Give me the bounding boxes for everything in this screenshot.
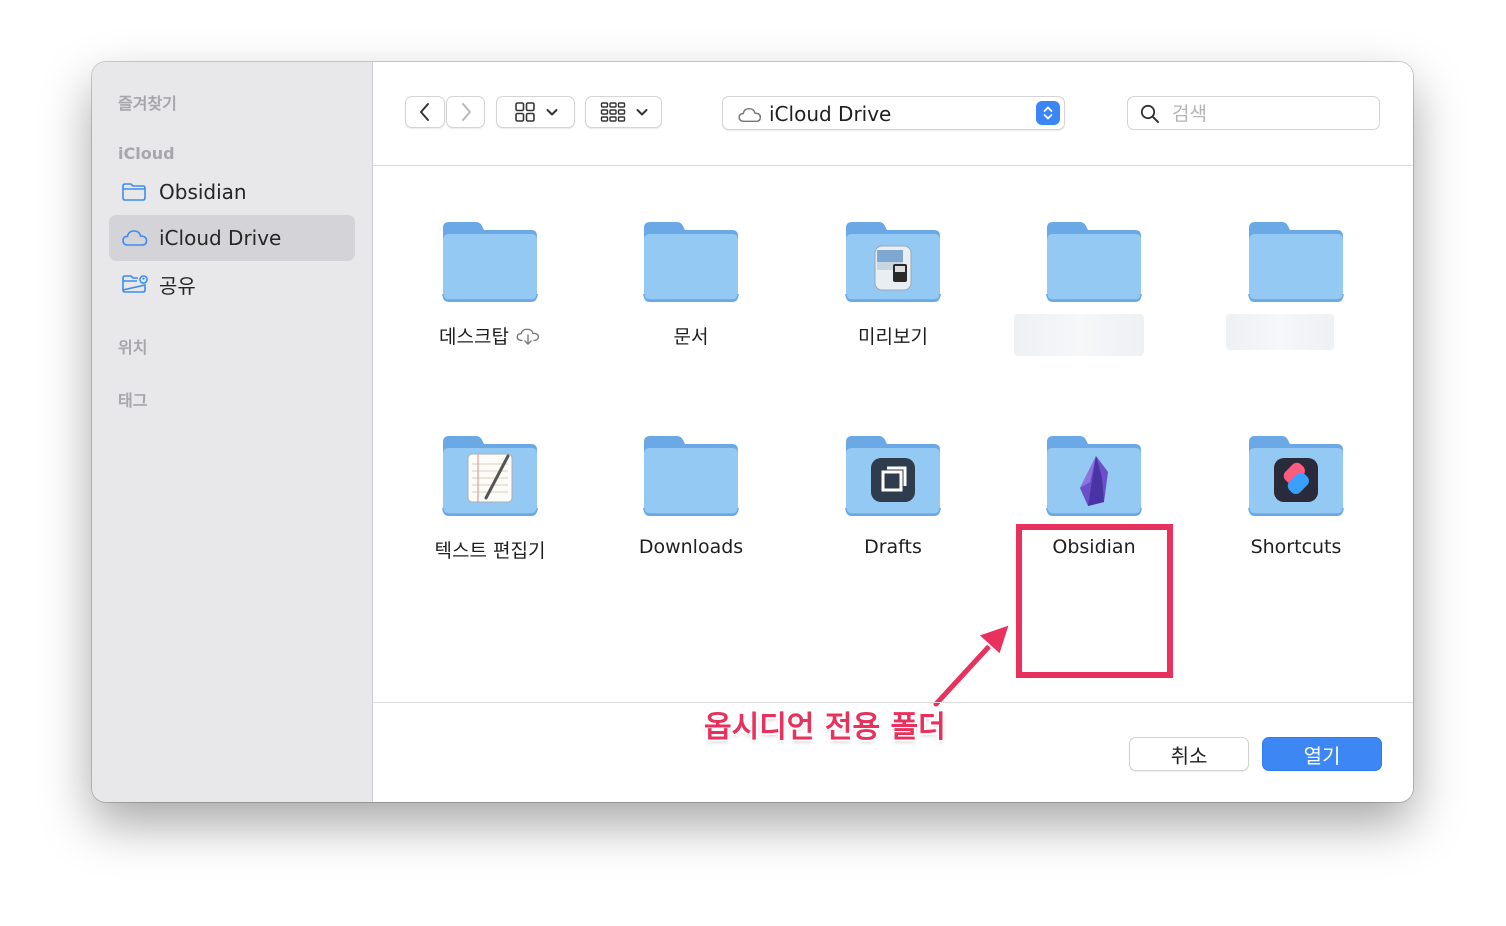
cloud-icon xyxy=(738,107,762,123)
sidebar-section-icloud: iCloud xyxy=(118,144,175,163)
search-icon xyxy=(1140,104,1159,123)
folder-label: Drafts xyxy=(813,536,973,558)
folder-item[interactable]: Drafts xyxy=(813,432,973,582)
folder-label-text: 데스크탑 xyxy=(439,326,509,348)
folder-label-text: Downloads xyxy=(638,536,744,558)
open-button[interactable]: 열기 xyxy=(1262,737,1382,771)
sidebar-item-label: Obsidian xyxy=(159,180,247,204)
highlight-box xyxy=(1016,524,1173,678)
group-by-button[interactable] xyxy=(585,96,662,128)
folder-label-text: Shortcuts xyxy=(1250,536,1342,558)
sidebar-item-label: 공유 xyxy=(159,273,196,298)
chevron-right-icon xyxy=(461,103,471,121)
view-mode-button[interactable] xyxy=(496,96,575,128)
icon-view-icon xyxy=(514,102,535,122)
open-file-dialog: 즐겨찾기 iCloud Obsidian iCloud Drive 공유 위치 … xyxy=(92,62,1413,802)
sidebar-item-icloud-drive[interactable]: iCloud Drive xyxy=(109,215,355,261)
folder-item[interactable]: 미리보기 xyxy=(813,218,973,368)
folder-icon xyxy=(1046,222,1142,302)
sidebar-section-tags: 태그 xyxy=(118,391,148,410)
chevron-down-icon xyxy=(546,109,557,116)
folder-icon xyxy=(845,222,941,302)
back-button[interactable] xyxy=(405,96,445,128)
cloud-icon xyxy=(121,227,149,249)
folder-item[interactable]: 문서 xyxy=(611,218,771,368)
folder-label-text: 문서 xyxy=(673,326,709,348)
chevron-left-icon xyxy=(420,103,429,121)
sidebar-item-shared[interactable]: 공유 xyxy=(109,261,355,307)
blurred-label xyxy=(1014,314,1144,356)
blurred-label xyxy=(1226,314,1334,350)
folder-item[interactable]: Shortcuts xyxy=(1216,432,1376,582)
folder-label: 문서 xyxy=(611,322,771,349)
location-popup[interactable]: iCloud Drive xyxy=(722,96,1065,130)
updown-chevron-icon xyxy=(1036,101,1060,125)
folder-icon xyxy=(1248,222,1344,302)
folder-icon xyxy=(442,222,538,302)
folder-label: Shortcuts xyxy=(1216,536,1376,558)
group-icon xyxy=(600,102,625,122)
folder-item[interactable] xyxy=(1014,218,1174,368)
sidebar-item-obsidian[interactable]: Obsidian xyxy=(109,169,355,215)
folder-label-text: 미리보기 xyxy=(858,326,928,348)
forward-button[interactable] xyxy=(446,96,485,128)
folder-icon xyxy=(643,436,739,516)
search-input[interactable] xyxy=(1170,101,1374,127)
folder-icon xyxy=(845,436,941,516)
folder-icon xyxy=(442,436,538,516)
folder-label: 텍스트 편집기 xyxy=(410,536,570,563)
folder-label-text: Drafts xyxy=(864,536,922,558)
shared-folder-icon xyxy=(121,273,149,295)
cancel-button[interactable]: 취소 xyxy=(1129,737,1249,771)
folder-label: Downloads xyxy=(611,536,771,558)
cloud-download-icon[interactable] xyxy=(515,327,541,346)
sidebar: 즐겨찾기 iCloud Obsidian iCloud Drive 공유 위치 … xyxy=(92,62,373,802)
folder-label-text: 텍스트 편집기 xyxy=(434,540,546,562)
folder-item[interactable]: 텍스트 편집기 xyxy=(410,432,570,582)
main-pane: iCloud Drive ShortcutsObsidianDraftsDown… xyxy=(373,62,1413,802)
toolbar: iCloud Drive xyxy=(373,62,1413,166)
chevron-down-icon xyxy=(636,109,647,116)
dialog-footer: 취소 열기 xyxy=(373,702,1413,802)
sidebar-section-locations: 위치 xyxy=(118,338,148,357)
folder-item[interactable] xyxy=(1216,218,1376,368)
folder-label: 데스크탑 xyxy=(410,322,570,349)
sidebar-item-label: iCloud Drive xyxy=(159,226,282,250)
folder-label: 미리보기 xyxy=(813,322,973,349)
folder-icon xyxy=(121,181,149,203)
file-grid: Shortcuts Obsidian Drafts Downloads 텍스트 편집기 미… xyxy=(373,166,1413,745)
location-label: iCloud Drive xyxy=(769,102,892,126)
folder-item[interactable]: Downloads xyxy=(611,432,771,582)
search-field[interactable] xyxy=(1127,96,1380,130)
folder-icon xyxy=(1046,436,1142,516)
folder-icon xyxy=(643,222,739,302)
folder-item[interactable]: 데스크탑 xyxy=(410,218,570,368)
annotation-arrow xyxy=(931,622,1012,709)
folder-icon xyxy=(1248,436,1344,516)
sidebar-section-favorites: 즐겨찾기 xyxy=(118,94,177,113)
